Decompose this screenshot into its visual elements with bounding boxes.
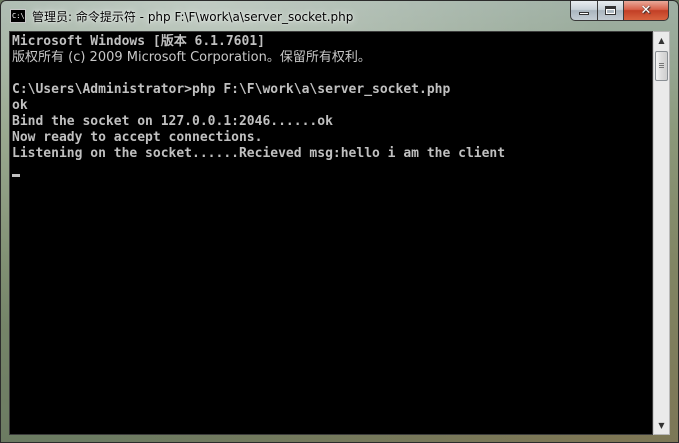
console-line: Now ready to accept connections. xyxy=(12,130,263,145)
vertical-scrollbar[interactable]: ▲ ▼ xyxy=(653,31,670,435)
scroll-down-arrow-icon: ▼ xyxy=(658,421,665,430)
grip-line xyxy=(659,63,664,64)
console-line: ok xyxy=(12,98,28,113)
grip-line xyxy=(659,65,664,66)
cmd-icon[interactable]: C:\ xyxy=(10,9,26,23)
console-output[interactable]: Microsoft Windows [版本 6.1.7601] 版权所有 (c)… xyxy=(9,31,653,435)
console-line: 版权所有 (c) 2009 Microsoft Corporation。保留所有… xyxy=(12,50,371,65)
console-line: Bind the socket on 127.0.0.1:2046......o… xyxy=(12,114,333,129)
console-line: C:\Users\Administrator>php F:\F\work\a\s… xyxy=(12,82,451,97)
title-bar[interactable]: C:\ 管理员: 命令提示符 - php F:\F\work\a\server_… xyxy=(1,1,678,31)
maximize-icon xyxy=(605,6,616,15)
text-cursor xyxy=(12,174,20,177)
scroll-up-button[interactable]: ▲ xyxy=(654,32,669,49)
close-button[interactable]: ✕ xyxy=(623,1,669,21)
caption-buttons: ✕ xyxy=(570,1,669,21)
console-line: Microsoft Windows [版本 6.1.7601] xyxy=(12,34,265,49)
console-window: C:\ 管理员: 命令提示符 - php F:\F\work\a\server_… xyxy=(0,0,679,443)
minimize-icon xyxy=(579,12,589,15)
grip-line xyxy=(659,67,664,68)
scroll-down-button[interactable]: ▼ xyxy=(654,417,669,434)
scroll-up-arrow-icon: ▲ xyxy=(658,36,665,45)
maximize-button[interactable] xyxy=(597,1,623,21)
window-title: 管理员: 命令提示符 - php F:\F\work\a\server_sock… xyxy=(32,10,354,24)
minimize-button[interactable] xyxy=(570,1,597,21)
scroll-thumb[interactable] xyxy=(655,51,668,81)
console-line: Listening on the socket......Recieved ms… xyxy=(12,146,506,161)
close-icon: ✕ xyxy=(640,3,652,18)
